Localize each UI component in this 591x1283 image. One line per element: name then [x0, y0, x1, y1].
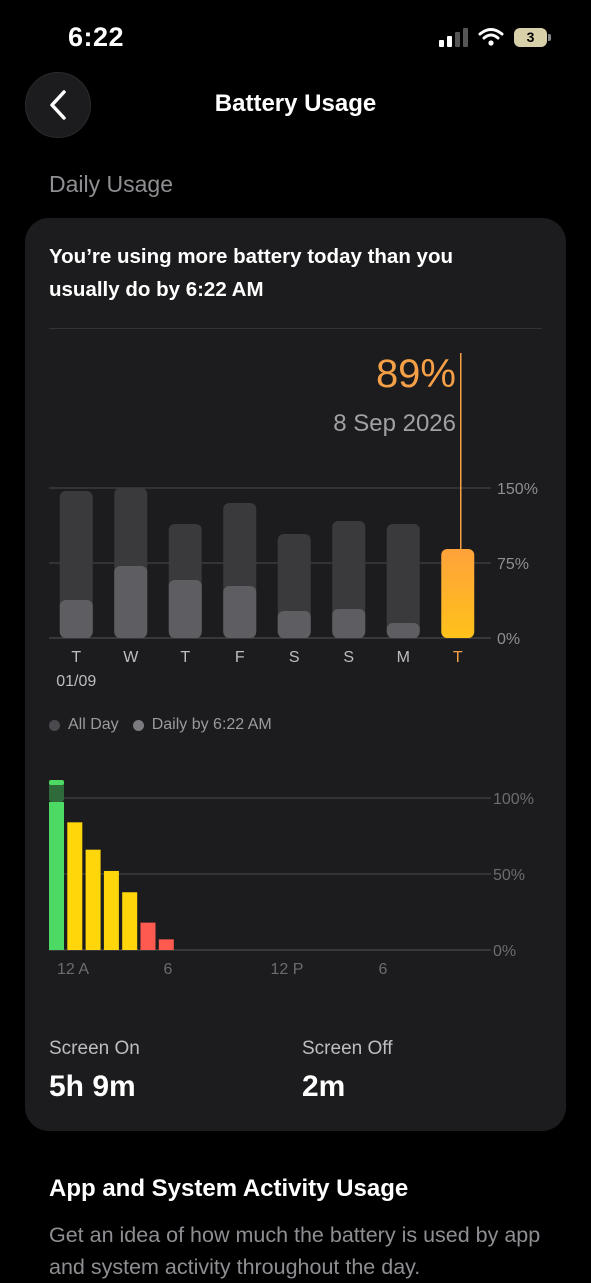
screen-on-label: Screen On: [49, 1038, 140, 1059]
daily-usage-chart[interactable]: 0% 75% 150% T 01/09 W T F S S M T: [25, 338, 566, 698]
legend-daily-by: Daily by 6:22 AM: [132, 716, 272, 734]
charging-indicator-top: [49, 780, 64, 785]
section-label-daily-usage: Daily Usage: [49, 171, 173, 197]
battery-level-bar: [103, 870, 119, 950]
x-tick-label: 6: [164, 961, 173, 978]
x-tick-sublabel: 01/09: [56, 673, 96, 690]
daily-usage-card: You’re using more battery today than you…: [25, 218, 566, 1131]
bar-daily-by: [277, 611, 311, 638]
legend-dot-all-day: [49, 719, 60, 731]
battery-level-bar: [140, 922, 156, 950]
x-tick-label: F: [235, 649, 245, 666]
y-tick-label: 50%: [493, 867, 525, 884]
chart-legend: All Day Daily by 6:22 AM: [49, 716, 286, 734]
legend-all-day: All Day: [49, 716, 119, 734]
bar-daily-by: [59, 600, 93, 638]
x-tick-label: M: [397, 649, 410, 666]
screen-off-label: Screen Off: [302, 1038, 393, 1059]
status-time: 6:22: [68, 22, 125, 52]
battery-level-chart[interactable]: 0% 50% 100% 12 A 6 12 P 6: [25, 773, 566, 983]
x-tick-label: 12 A: [57, 961, 89, 978]
bar-today: [441, 549, 475, 638]
bar-daily-by: [223, 586, 257, 638]
usage-headline: You’re using more battery today than you…: [49, 245, 453, 301]
activity-usage-description: Get an idea of how much the battery is u…: [49, 1223, 541, 1279]
battery-icon: 3: [514, 27, 551, 47]
legend-label-daily-by: Daily by 6:22 AM: [151, 716, 272, 733]
x-tick-label: 6: [379, 961, 388, 978]
page-title: Battery Usage: [214, 90, 377, 117]
legend-dot-daily-by: [132, 719, 144, 731]
battery-level-bar: [85, 849, 101, 950]
y-tick-label: 0%: [493, 943, 516, 960]
y-tick-label: 150%: [497, 481, 538, 498]
battery-level-bar: [158, 939, 174, 950]
bar-daily-by: [114, 566, 148, 638]
screen-on-value: 5h 9m: [49, 1070, 136, 1103]
x-tick-label: W: [123, 649, 139, 666]
y-tick-label: 75%: [497, 556, 529, 573]
wifi-icon: [478, 28, 504, 46]
y-tick-label: 100%: [493, 791, 534, 808]
x-tick-label: T: [71, 649, 81, 666]
x-tick-label: T: [453, 649, 463, 666]
screen-off-value: 2m: [302, 1070, 346, 1103]
battery-level: 3: [514, 27, 547, 47]
x-tick-label: T: [180, 649, 190, 666]
x-tick-label: S: [289, 649, 300, 666]
bar-daily-by: [386, 623, 420, 638]
bar-daily-by: [332, 609, 366, 638]
x-tick-label: 12 P: [271, 961, 304, 978]
battery-level-bar: [49, 802, 64, 950]
legend-label-all-day: All Day: [68, 716, 119, 733]
battery-level-bar: [122, 892, 138, 950]
activity-usage-title: App and System Activity Usage: [49, 1175, 409, 1202]
x-tick-label: S: [343, 649, 354, 666]
y-tick-label: 0%: [497, 631, 520, 648]
bar-all-day: [386, 524, 420, 638]
status-indicators: 3: [439, 27, 551, 47]
cellular-signal-icon: [439, 27, 468, 47]
bar-daily-by: [168, 580, 202, 638]
battery-level-bar: [67, 822, 83, 950]
divider: [49, 328, 542, 329]
